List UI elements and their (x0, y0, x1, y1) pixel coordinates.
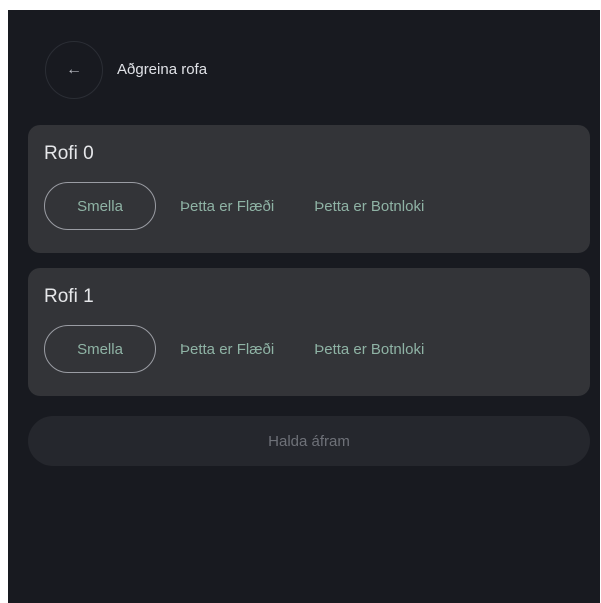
page-title: Aðgreina rofa (117, 61, 208, 78)
continue-button[interactable]: Halda áfram (28, 416, 590, 466)
mark-bottom-valve-button[interactable]: Þetta er Botnloki (302, 184, 436, 229)
switch-title: Rofi 0 (44, 143, 94, 164)
switch-actions: Smella Þetta er Flæði Þetta er Botnloki (44, 325, 436, 373)
mark-bottom-valve-button[interactable]: Þetta er Botnloki (302, 327, 436, 372)
click-button[interactable]: Smella (44, 182, 156, 230)
header: ← Aðgreina rofa (45, 40, 207, 100)
app-screen: ← Aðgreina rofa Rofi 0 Smella Þetta er F… (8, 10, 600, 603)
switch-title: Rofi 1 (44, 286, 94, 307)
switch-actions: Smella Þetta er Flæði Þetta er Botnloki (44, 182, 436, 230)
back-button[interactable]: ← (45, 41, 103, 99)
arrow-left-icon: ← (66, 61, 82, 78)
click-button[interactable]: Smella (44, 325, 156, 373)
header-title-wrap: Aðgreina rofa (117, 61, 207, 79)
switch-card-0: Rofi 0 Smella Þetta er Flæði Þetta er Bo… (28, 125, 590, 253)
mark-flow-button[interactable]: Þetta er Flæði (168, 184, 286, 229)
switch-card-1: Rofi 1 Smella Þetta er Flæði Þetta er Bo… (28, 268, 590, 396)
mark-flow-button[interactable]: Þetta er Flæði (168, 327, 286, 372)
